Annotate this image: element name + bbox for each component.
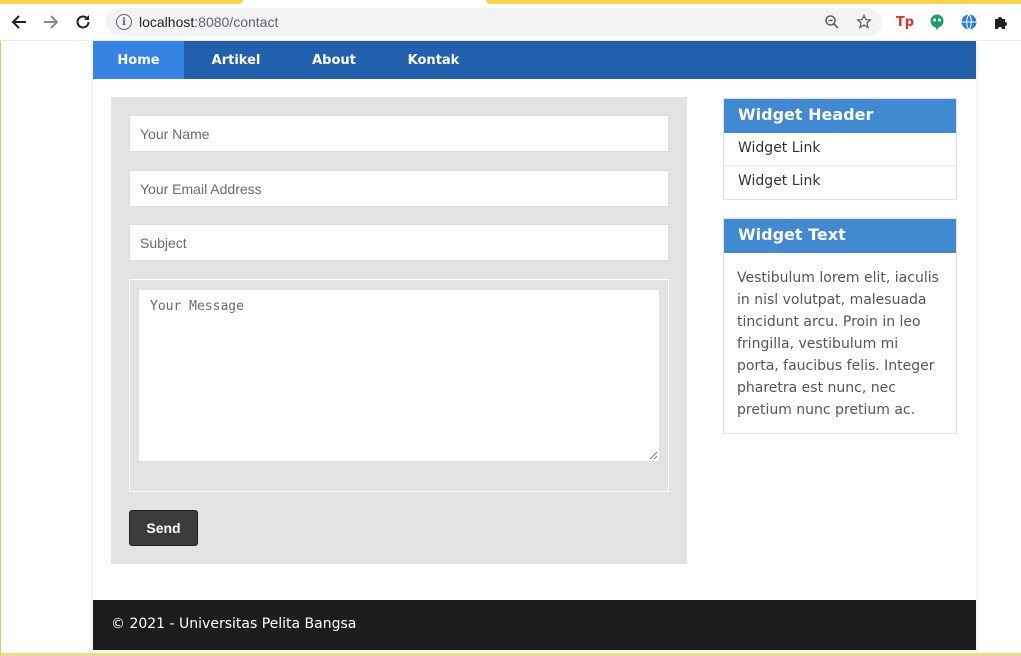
bookmark-star-icon[interactable] bbox=[855, 13, 873, 31]
nav-kontak[interactable]: Kontak bbox=[380, 41, 487, 79]
widget-header: Widget Header bbox=[724, 99, 956, 133]
page-viewport: Home Artikel About Kontak Send Widget He… bbox=[0, 40, 1021, 656]
resize-grip-icon[interactable] bbox=[649, 451, 658, 460]
url-text[interactable]: localhost:8080/contact bbox=[139, 14, 278, 30]
page-container: Home Artikel About Kontak Send Widget He… bbox=[93, 41, 976, 656]
back-icon[interactable] bbox=[6, 10, 32, 34]
forward-icon[interactable] bbox=[38, 10, 64, 34]
widget-text-header: Widget Text bbox=[724, 219, 956, 253]
contact-form: Send bbox=[111, 97, 687, 564]
browser-toolbar: i localhost:8080/contact Tp bbox=[0, 4, 1021, 40]
reload-icon[interactable] bbox=[70, 10, 96, 34]
tp-extension-icon[interactable]: Tp bbox=[896, 13, 914, 31]
text-widget: Widget Text Vestibulum lorem elit, iacul… bbox=[723, 218, 957, 434]
main-navbar: Home Artikel About Kontak bbox=[93, 41, 976, 79]
page-footer: © 2021 - Universitas Pelita Bangsa bbox=[93, 600, 976, 650]
address-bar[interactable]: i localhost:8080/contact bbox=[106, 8, 882, 36]
nav-about[interactable]: About bbox=[288, 41, 380, 79]
url-path: :8080/contact bbox=[194, 14, 279, 30]
email-field[interactable] bbox=[129, 170, 669, 207]
site-info-icon[interactable]: i bbox=[116, 14, 132, 30]
widget-link[interactable]: Widget Link bbox=[724, 133, 956, 166]
green-robot-extension-icon[interactable] bbox=[928, 13, 946, 31]
subject-field[interactable] bbox=[129, 224, 669, 261]
widget-link[interactable]: Widget Link bbox=[724, 166, 956, 199]
message-textarea[interactable] bbox=[139, 290, 659, 461]
nav-artikel[interactable]: Artikel bbox=[184, 41, 288, 79]
footer-copyright: © 2021 - Universitas Pelita Bangsa bbox=[111, 616, 357, 632]
name-field[interactable] bbox=[129, 115, 669, 152]
zoom-icon[interactable] bbox=[823, 13, 841, 31]
send-button[interactable]: Send bbox=[129, 510, 198, 546]
puzzle-extensions-icon[interactable] bbox=[992, 13, 1010, 31]
globe-extension-icon[interactable] bbox=[960, 13, 978, 31]
links-widget: Widget Header Widget Link Widget Link bbox=[723, 98, 957, 200]
nav-home[interactable]: Home bbox=[93, 41, 184, 79]
message-wrapper bbox=[129, 279, 669, 492]
widget-body-text: Vestibulum lorem elit, iaculis in nisl v… bbox=[737, 270, 939, 418]
url-host: localhost bbox=[139, 14, 195, 30]
